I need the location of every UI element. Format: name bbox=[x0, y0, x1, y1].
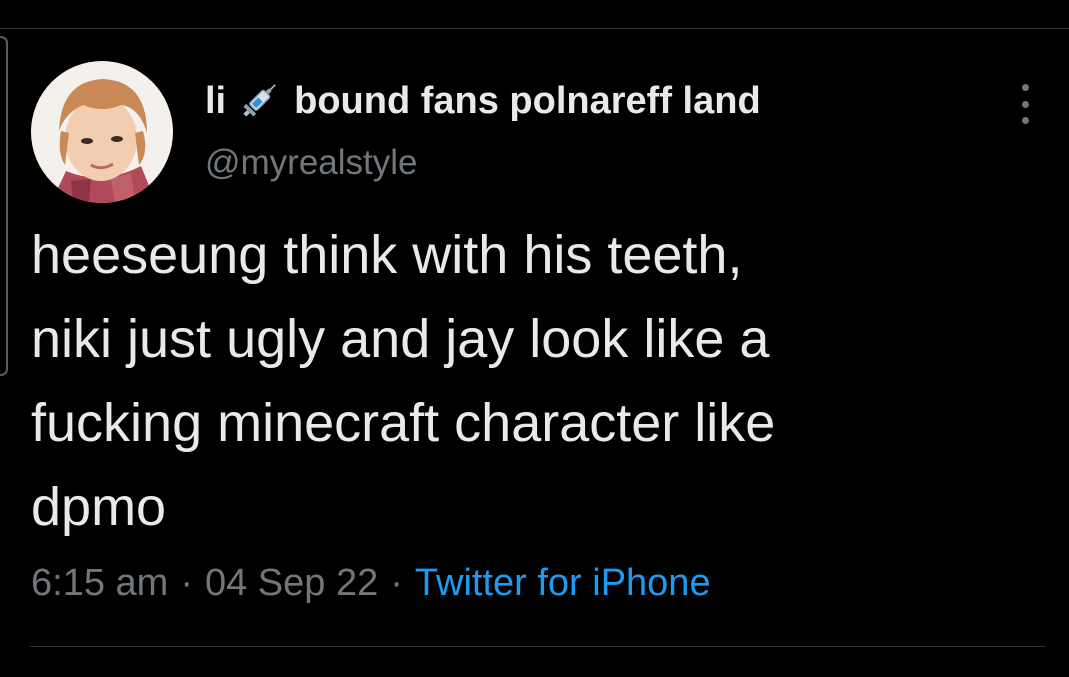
tweet-text-line: heeseung think with his teeth, bbox=[31, 225, 743, 285]
more-dot bbox=[1021, 84, 1029, 91]
bottom-divider bbox=[30, 646, 1046, 647]
tweet-text-line: dpmo bbox=[31, 477, 167, 537]
display-name[interactable]: li bound fans polnareff land bbox=[205, 78, 761, 124]
syringe-icon bbox=[236, 78, 282, 124]
scrollbar-thumb[interactable] bbox=[0, 36, 8, 376]
more-options-icon[interactable] bbox=[1013, 84, 1037, 124]
tweet-meta: 6:15 am · 04 Sep 22 · Twitter for iPhone bbox=[31, 562, 711, 605]
tweet-date[interactable]: 04 Sep 22 bbox=[205, 562, 378, 604]
meta-separator: · bbox=[180, 562, 193, 604]
tweet-time[interactable]: 6:15 am bbox=[31, 562, 168, 604]
tweet-text-line: niki just ugly and jay look like a bbox=[31, 309, 770, 369]
display-name-suffix: bound fans polnareff land bbox=[294, 79, 761, 122]
tweet-text: heeseung think with his teeth, niki just… bbox=[31, 213, 1031, 549]
more-dot bbox=[1021, 100, 1029, 108]
user-handle[interactable]: @myrealstyle bbox=[205, 143, 418, 183]
tweet-source-link[interactable]: Twitter for iPhone bbox=[415, 562, 711, 604]
meta-separator: · bbox=[390, 562, 403, 604]
tweet-text-line: fucking minecraft character like bbox=[31, 393, 776, 453]
display-name-prefix: li bbox=[205, 79, 227, 122]
avatar[interactable] bbox=[31, 61, 173, 203]
top-divider bbox=[0, 28, 1069, 29]
more-dot bbox=[1021, 117, 1029, 124]
